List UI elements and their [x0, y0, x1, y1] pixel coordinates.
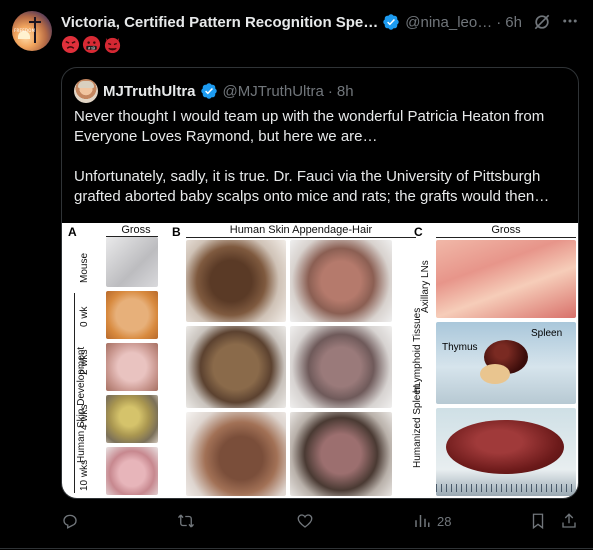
- quoted-author-avatar: [74, 79, 98, 103]
- photo-hair-3: [186, 326, 286, 408]
- column-header-b: Human Skin Appendage-Hair: [229, 224, 373, 236]
- photo-hair-4: [290, 326, 392, 408]
- verified-badge-icon: [200, 83, 217, 99]
- views-button[interactable]: 28: [413, 511, 451, 531]
- column-header-c: Gross: [491, 224, 521, 236]
- author-handle[interactable]: @nina_leo…: [405, 14, 492, 31]
- enraged-face-icon: [61, 35, 80, 54]
- label-thymus: Thymus: [442, 342, 478, 353]
- reply-icon: [63, 514, 77, 529]
- action-bar: 28: [0, 511, 593, 531]
- header-rule: [436, 237, 576, 238]
- angry-face-with-horns-icon: [104, 37, 121, 54]
- photo-hair-2: [290, 240, 392, 322]
- photo-humanized-spleen: [436, 408, 576, 496]
- repost-icon: [177, 514, 195, 528]
- views-chart-icon: [415, 515, 430, 527]
- spleen-organ: [446, 420, 564, 474]
- row-label-10wks: 10 wks: [79, 459, 90, 491]
- more-options-icon[interactable]: [561, 12, 579, 30]
- quoted-paragraph-2: Unfortunately, sadly, it is true. Dr. Fa…: [74, 168, 550, 205]
- verified-badge-icon[interactable]: [382, 13, 400, 31]
- row-label-4wks: 4 wks: [79, 404, 90, 430]
- bookmark-icon: [532, 513, 544, 530]
- reply-button[interactable]: [61, 511, 85, 531]
- row-label-humanized-spleen: Humanized Spleen: [412, 383, 423, 469]
- row-label-axillary-lns: Axillary LNs: [420, 260, 431, 313]
- bookmark-button[interactable]: [529, 511, 547, 531]
- views-count: 28: [437, 513, 452, 529]
- svg-text:#!@: #!@: [88, 46, 96, 50]
- row-label-2wks: 2 wks: [79, 349, 90, 375]
- quoted-post[interactable]: MJTruthUltra @MJTruthUltra · 8h Never th…: [61, 67, 579, 499]
- label-spleen: Spleen: [531, 328, 563, 339]
- photo-axillary-lns: [436, 240, 576, 318]
- panel-label-a: A: [68, 225, 77, 239]
- panel-label-b: B: [172, 225, 181, 239]
- group-bracket: [74, 293, 75, 493]
- thymus-shape: [480, 364, 510, 384]
- share-button[interactable]: [560, 511, 578, 531]
- quoted-post-header: MJTruthUltra @MJTruthUltra · 8h: [74, 79, 354, 103]
- photo-2wks-graft: [106, 343, 158, 391]
- quoted-paragraph-1: Never thought I would team up with the w…: [74, 108, 545, 145]
- row-label-hlymphoid-tissues: hLymphoid Tissues: [412, 307, 423, 393]
- panel-label-c: C: [414, 225, 423, 239]
- face-with-symbols-on-mouth-icon: #!@: [82, 35, 101, 54]
- separator-dot: ·: [496, 13, 502, 31]
- grok-icon[interactable]: [532, 12, 552, 32]
- row-label-mouse: Mouse: [79, 252, 90, 283]
- quoted-post-text: Never thought I would team up with the w…: [74, 107, 570, 207]
- scale-ruler: [436, 484, 576, 492]
- post-divider: [0, 548, 593, 549]
- share-icon: [562, 513, 576, 528]
- author-avatar[interactable]: FREEDOM: [12, 11, 52, 51]
- photo-10wks-graft: [106, 447, 158, 495]
- photo-mouse-fur: [106, 237, 158, 287]
- author-name[interactable]: Victoria, Certified Pattern Recognition …: [61, 14, 378, 31]
- emoji-row: #!@: [61, 35, 122, 54]
- heart-icon: [297, 514, 313, 528]
- photo-hair-5: [186, 412, 286, 496]
- quoted-post-time: 8h: [336, 82, 354, 100]
- quoted-author-handle: @MJTruthUltra: [222, 82, 324, 100]
- post-header: Victoria, Certified Pattern Recognition …: [61, 12, 522, 32]
- repost-button[interactable]: [177, 511, 201, 531]
- avatar-cross-bar: [29, 21, 41, 23]
- like-button[interactable]: [296, 511, 320, 531]
- row-label-0wk: 0 wk: [79, 306, 90, 327]
- post-time[interactable]: 6h: [505, 14, 522, 31]
- separator-dot: ·: [327, 82, 333, 100]
- photo-4wks-graft: [106, 395, 158, 443]
- photo-lymphoid-tissues: Thymus Spleen: [436, 322, 576, 404]
- photo-hair-1: [186, 240, 286, 322]
- post-image[interactable]: A Gross Human Skin Development Mouse 0 w…: [62, 223, 578, 498]
- header-rule: [186, 237, 416, 238]
- column-header-a: Gross: [121, 224, 151, 236]
- photo-0wk-graft: [106, 291, 158, 339]
- photo-hair-6: [290, 412, 392, 496]
- avatar-text: FREEDOM: [14, 28, 36, 33]
- quoted-author-name: MJTruthUltra: [103, 82, 196, 100]
